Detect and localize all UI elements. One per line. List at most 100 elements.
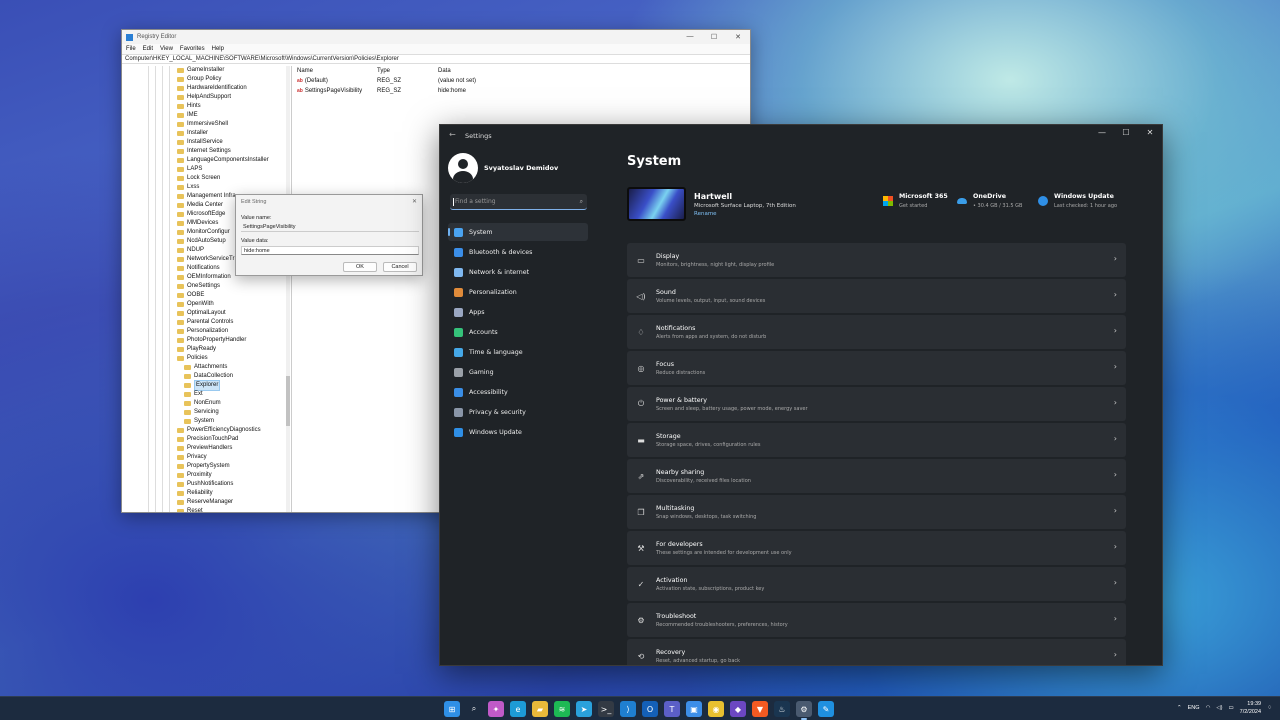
settings-card[interactable]: ❐ Multitasking Snap windows, desktops, tas… [627,495,1126,529]
tree-item[interactable]: Attachments [184,363,227,372]
copilot-icon[interactable]: ✦ [488,701,504,717]
column-header-type[interactable]: Type [377,68,390,74]
nav-item[interactable]: Accessibility [448,383,588,401]
tree-item[interactable]: Privacy [177,453,207,462]
tree-item[interactable]: Hints [177,102,201,111]
tree-item[interactable]: InstallService [177,138,223,147]
tree-item[interactable]: Internet Settings [177,147,231,156]
tree-item[interactable]: OptimalLayout [177,309,226,318]
tree-item[interactable]: HardwareIdentification [177,84,247,93]
terminal-icon[interactable]: >_ [598,701,614,717]
tile-onedrive[interactable]: OneDrive • 30.4 GB / 31.5 GB [957,193,1022,209]
language-indicator[interactable]: ENG [1188,705,1200,711]
settings-card[interactable]: ⟲ Recovery Reset, advanced startup, go bac… [627,639,1126,665]
tree-item[interactable]: PrecisionTouchPad [177,435,238,444]
tree-item[interactable]: NonEnum [184,399,221,408]
tree-item[interactable]: HelpAndSupport [177,93,231,102]
tree-item[interactable]: Parental Controls [177,318,233,327]
tree-item[interactable]: GameInstaller [177,66,224,75]
tree-item[interactable]: Reliability [177,489,213,498]
ok-button[interactable]: OK [343,262,377,272]
tree-item[interactable]: Servicing [184,408,219,417]
tree-item[interactable]: PlayReady [177,345,216,354]
search-icon[interactable]: ⌕ [466,701,482,717]
user-profile[interactable]: Svyatoslav Demidov [448,153,558,183]
steam-icon[interactable]: ♨ [774,701,790,717]
settings-card[interactable]: ✓ Activation Activation state, subscriptio… [627,567,1126,601]
tree-item[interactable]: Lxss [177,183,199,192]
nav-item[interactable]: Personalization [448,283,588,301]
menu-edit[interactable]: Edit [143,46,153,52]
edge-icon[interactable]: e [510,701,526,717]
telegram-icon[interactable]: ➤ [576,701,592,717]
settings-card[interactable]: ◎ Focus Reduce distractions › [627,351,1126,385]
tree-item[interactable]: PhotoPropertyHandler [177,336,246,345]
wifi-icon[interactable]: ◠ [1206,705,1211,711]
nav-item[interactable]: Time & language [448,343,588,361]
tree-item[interactable]: OneSettings [177,282,220,291]
tree-item[interactable]: Ext [184,390,203,399]
nav-item[interactable]: Accounts [448,323,588,341]
obsidian-icon[interactable]: ◆ [730,701,746,717]
address-bar[interactable]: Computer\HKEY_LOCAL_MACHINE\SOFTWARE\Mic… [122,54,750,64]
tree-item[interactable]: NDUP [177,246,204,255]
cancel-button[interactable]: Cancel [383,262,417,272]
settings-card[interactable]: ⏻ Power & battery Screen and sleep, batter… [627,387,1126,421]
tree-item[interactable]: Group Policy [177,75,221,84]
tree-item[interactable]: LAPS [177,165,202,174]
back-arrow-icon[interactable]: ← [449,130,456,139]
maximize-button[interactable]: ☐ [1114,125,1138,141]
start-icon[interactable]: ⊞ [444,701,460,717]
rename-link[interactable]: Rename [694,211,796,217]
tree-item[interactable]: PropertySystem [177,462,230,471]
tile-microsoft-365[interactable]: Microsoft 365 Get started [883,193,948,209]
tree-item[interactable]: ImmersiveShell [177,120,228,129]
tree-item[interactable]: Lock Screen [177,174,220,183]
dialog-close-icon[interactable]: ✕ [412,198,417,205]
tile-windows-update[interactable]: Windows Update Last checked: 1 hour ago [1038,193,1117,209]
nav-item[interactable]: Windows Update [448,423,588,441]
settings-card[interactable]: ⚒ For developers These settings are intend… [627,531,1126,565]
tree-scrollbar-thumb[interactable] [286,376,290,426]
chevron-up-icon[interactable]: ⌃ [1177,705,1182,711]
vscode-icon[interactable]: ⟩ [620,701,636,717]
menu-favorites[interactable]: Favorites [180,46,205,52]
tree-item[interactable]: PreviewHandlers [177,444,232,453]
tree-item[interactable]: Personalization [177,327,228,336]
tree-item[interactable]: Reset [177,507,203,512]
minimize-button[interactable]: — [678,33,702,41]
column-header-name[interactable]: Name [297,68,313,74]
clock[interactable]: 19:39 7/2/2024 [1240,700,1261,716]
settings-card[interactable]: ◁) Sound Volume levels, output, input, sou… [627,279,1126,313]
tree-item[interactable]: MonitorConfigur [177,228,230,237]
nav-item[interactable]: Gaming [448,363,588,381]
tree-item[interactable]: IME [177,111,198,120]
tree-item[interactable]: PowerEfficiencyDiagnostics [177,426,261,435]
tree-item[interactable]: Explorer [184,380,221,391]
maximize-button[interactable]: ☐ [702,33,726,41]
settings-card[interactable]: ▭ Display Monitors, brightness, night ligh… [627,243,1126,277]
tree-item[interactable]: ReserveManager [177,498,233,507]
tree-item[interactable]: NcdAutoSetup [177,237,226,246]
paint-icon[interactable]: ✎ [818,701,834,717]
tree-item[interactable]: NetworkServiceTr [177,255,234,264]
nav-item[interactable]: Privacy & security [448,403,588,421]
tree-item[interactable]: LanguageComponentsInstaller [177,156,269,165]
tree-item[interactable]: Proximity [177,471,212,480]
tree-item[interactable]: Installer [177,129,208,138]
settings-card[interactable]: ⚙ Troubleshoot Recommended troubleshooters… [627,603,1126,637]
menu-file[interactable]: File [126,46,136,52]
notification-bell-icon[interactable]: ♢ [1267,705,1272,711]
battery-icon[interactable]: ▭ [1228,705,1233,711]
settings-card[interactable]: ▬ Storage Storage space, drives, configura… [627,423,1126,457]
nav-item[interactable]: Apps [448,303,588,321]
tree-item[interactable]: PushNotifications [177,480,233,489]
close-button[interactable]: ✕ [726,33,750,41]
value-data-input[interactable]: hide:home [241,246,419,255]
tree-scrollbar[interactable] [286,66,290,512]
value-row-name[interactable]: ab (Default) [297,78,328,84]
nav-item[interactable]: System [448,223,588,241]
tree-item[interactable]: MMDevices [177,219,218,228]
tree-item[interactable]: Policies [177,354,208,363]
minimize-button[interactable]: — [1090,125,1114,141]
